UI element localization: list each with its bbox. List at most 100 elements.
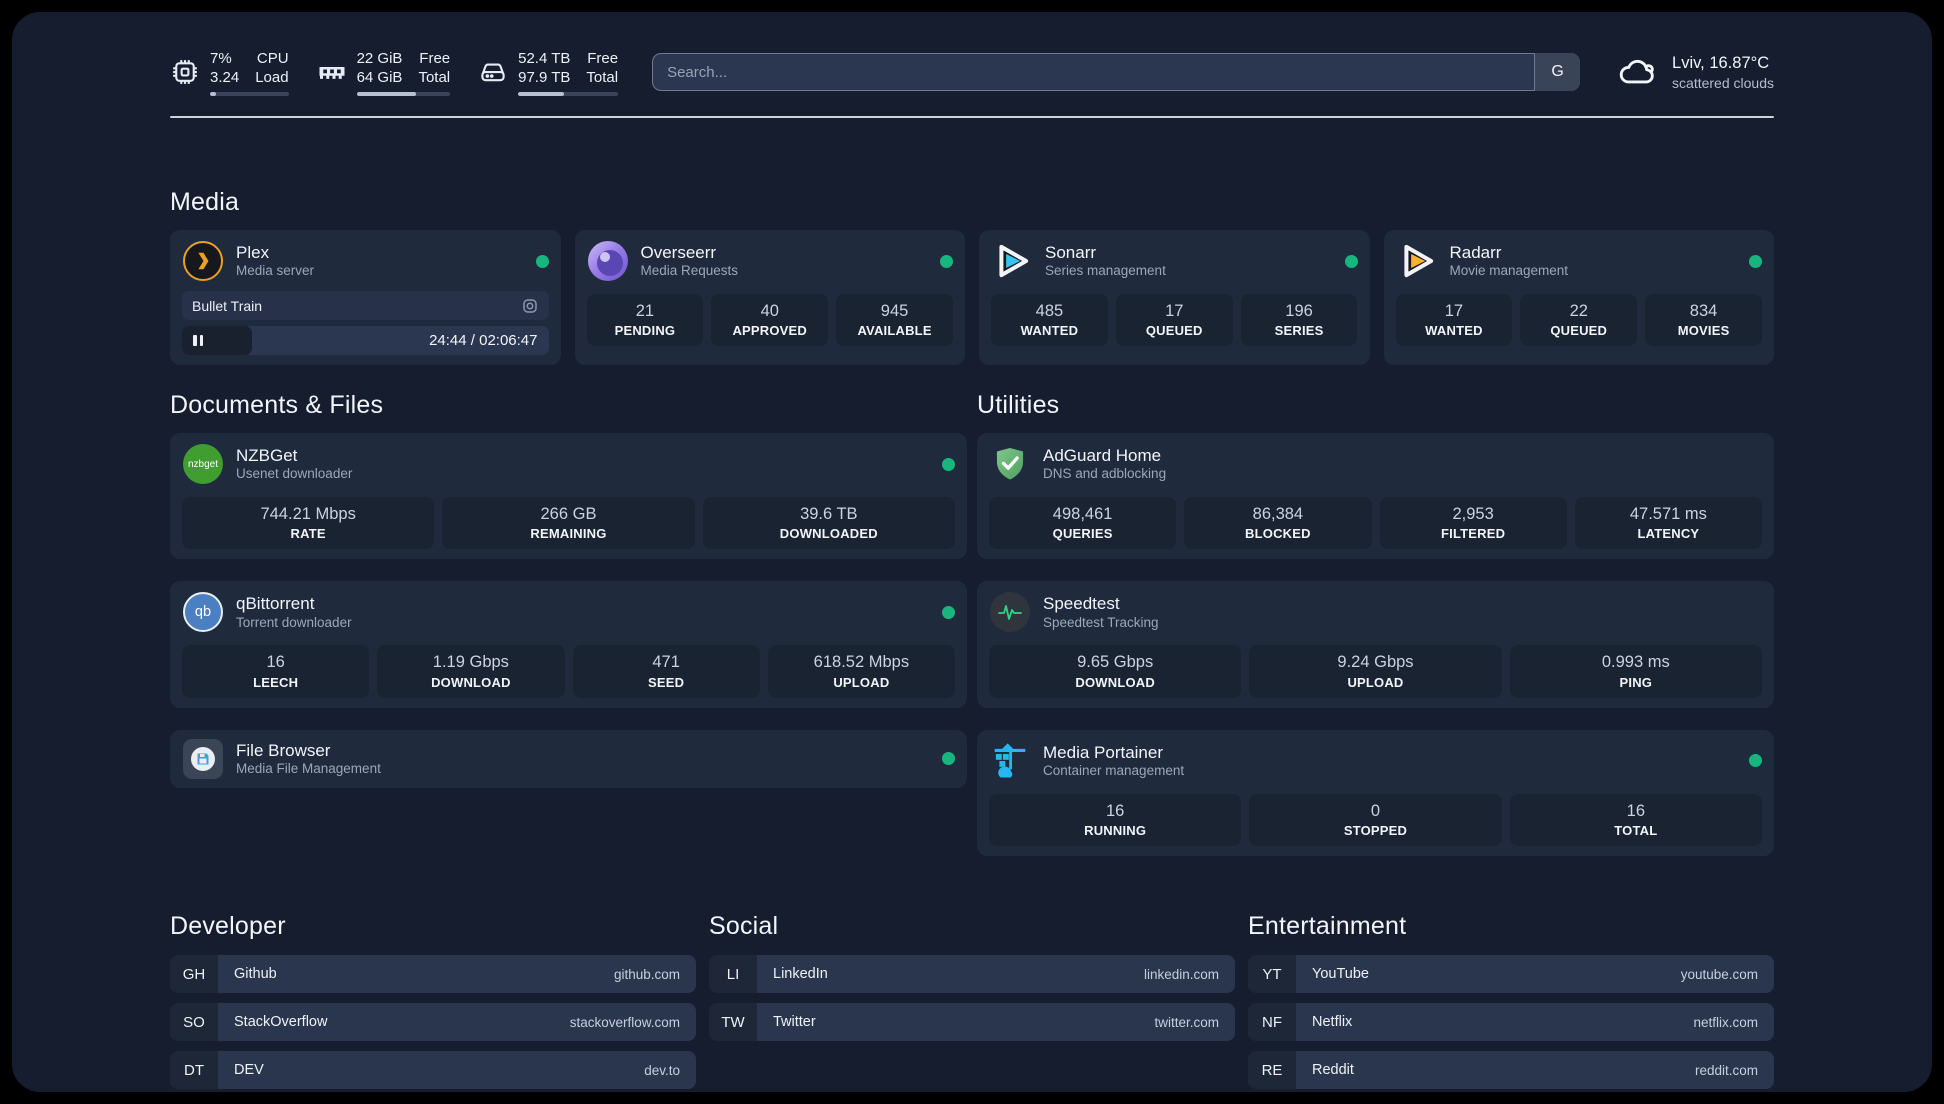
sonarr-title: Sonarr (1045, 242, 1097, 262)
reddit-icon: RE (1248, 1051, 1296, 1090)
sonarr-icon (991, 240, 1033, 282)
weather-widget[interactable]: Lviv, 16.87°C scattered clouds (1616, 53, 1774, 91)
youtube-icon: YT (1248, 955, 1296, 994)
bookmark-reddit[interactable]: RE Reddit reddit.com (1248, 1051, 1774, 1090)
speedtest-icon (990, 592, 1030, 633)
nzbget-status-dot (942, 457, 955, 471)
stat-box: 16 LEECH (182, 645, 370, 698)
dashboard-panel: 7% 3.24 CPU Load 22 GiB 64 GiB Free Tota… (12, 12, 1932, 1092)
stat-box: 16 RUNNING (989, 793, 1242, 847)
plex-now-playing[interactable]: Bullet Train (182, 291, 549, 320)
stat-box: 485 WANTED (991, 294, 1108, 347)
memory-progress-bar (356, 91, 451, 96)
qbittorrent-card[interactable]: qb qBittorrent Torrent downloader 16 LEEC… (170, 581, 967, 708)
radarr-title: Radarr (1449, 242, 1502, 262)
pause-icon[interactable] (193, 335, 203, 346)
search-engine-label: G (1551, 63, 1564, 80)
sonarr-card[interactable]: Sonarr Series management 485 WANTED 17 QUE… (979, 230, 1370, 365)
filebrowser-status-dot (942, 752, 955, 766)
stat-box: 39.6 TB DOWNLOADED (702, 497, 955, 550)
qbittorrent-subtitle: Torrent downloader (236, 614, 352, 630)
bookmark-linkedin[interactable]: LI LinkedIn linkedin.com (709, 955, 1235, 994)
github-icon: GH (170, 955, 218, 994)
disk-label-bottom: Total (586, 69, 619, 86)
qbittorrent-status-dot (942, 605, 955, 619)
media-grid: Plex Media server Bullet Train 24:44 / 0… (170, 230, 1774, 365)
now-playing-session-icon[interactable] (521, 297, 539, 315)
nzbget-card[interactable]: nzbget NZBGet Usenet downloader 744.21 M… (170, 433, 967, 560)
stat-box: 9.65 Gbps DOWNLOAD (989, 645, 1242, 698)
plex-card[interactable]: Plex Media server Bullet Train 24:44 / 0… (170, 230, 561, 365)
stat-box: 834 MOVIES (1645, 294, 1762, 347)
portainer-status-dot (1749, 754, 1762, 768)
system-stats: 7% 3.24 CPU Load 22 GiB 64 GiB Free Tota… (170, 49, 619, 96)
qbittorrent-title: qBittorrent (236, 594, 315, 614)
portainer-title: Media Portainer (1043, 742, 1164, 762)
stackoverflow-icon: SO (170, 1003, 218, 1042)
adguard-card[interactable]: AdGuard Home DNS and adblocking 498,461 Q… (977, 433, 1774, 560)
plex-icon (183, 241, 223, 281)
disk-free: 52.4 TB (518, 49, 571, 67)
cpu-load: 3.24 (210, 69, 240, 86)
speedtest-title: Speedtest (1043, 594, 1120, 614)
stat-box: 17 WANTED (1395, 294, 1513, 347)
memory-stat: 22 GiB 64 GiB Free Total (317, 49, 451, 96)
search-bar: G (652, 53, 1581, 91)
radarr-subtitle: Movie management (1449, 263, 1569, 279)
stat-box: 47.571 ms LATENCY (1574, 497, 1762, 550)
entertainment-column: Entertainment YT YouTube youtube.com NF N… (1248, 912, 1774, 1099)
stat-box: 86,384 BLOCKED (1184, 497, 1372, 550)
speedtest-subtitle: Speedtest Tracking (1043, 614, 1159, 630)
radarr-status-dot (1749, 254, 1762, 268)
memory-free: 22 GiB (356, 49, 403, 67)
stat-box: 1.19 Gbps DOWNLOAD (377, 645, 565, 698)
bookmark-dev[interactable]: DT DEV dev.to (170, 1051, 696, 1090)
stat-box: 16 TOTAL (1509, 793, 1762, 847)
memory-icon (319, 67, 345, 79)
qbittorrent-icon: qb (183, 592, 223, 633)
overseerr-card[interactable]: Overseerr Media Requests 21 PENDING 40 APP… (574, 230, 965, 365)
portainer-card[interactable]: Media Portainer Container management 16 R… (977, 729, 1774, 857)
developer-section-heading: Developer (170, 912, 286, 941)
linkedin-icon: LI (709, 955, 757, 994)
bookmark-youtube[interactable]: YT YouTube youtube.com (1248, 955, 1774, 994)
plex-progress-row: 24:44 / 02:06:47 (182, 326, 549, 355)
cpu-stat: 7% 3.24 CPU Load (170, 49, 289, 96)
stat-box: 196 SERIES (1240, 294, 1358, 347)
bookmark-github[interactable]: GH Github github.com (170, 955, 696, 994)
bookmark-twitter[interactable]: TW Twitter twitter.com (709, 1003, 1235, 1042)
header-divider (170, 116, 1774, 118)
entertainment-section-heading: Entertainment (1248, 912, 1407, 941)
stat-box: 0.993 ms PING (1509, 645, 1762, 698)
search-engine-button[interactable]: G (1534, 53, 1581, 91)
dev-icon: DT (170, 1051, 218, 1090)
social-section-heading: Social (709, 912, 779, 941)
sonarr-subtitle: Series management (1045, 263, 1166, 279)
overseerr-subtitle: Media Requests (640, 263, 739, 279)
weather-condition: scattered clouds (1672, 74, 1774, 91)
cpu-label-bottom: Load (255, 69, 289, 86)
search-input[interactable] (652, 53, 1581, 91)
netflix-icon: NF (1248, 1003, 1296, 1042)
portainer-subtitle: Container management (1043, 763, 1185, 779)
bookmark-netflix[interactable]: NF Netflix netflix.com (1248, 1003, 1774, 1042)
nzbget-icon: nzbget (183, 444, 223, 484)
stat-box: 22 QUEUED (1520, 294, 1638, 347)
speedtest-card[interactable]: Speedtest Speedtest Tracking 9.65 Gbps DO… (977, 581, 1774, 708)
nzbget-subtitle: Usenet downloader (236, 466, 353, 482)
utilities-section-heading: Utilities (977, 391, 1060, 419)
filebrowser-card[interactable]: File Browser Media File Management (170, 729, 967, 788)
stat-box: 498,461 QUERIES (989, 497, 1177, 550)
radarr-card[interactable]: Radarr Movie management 17 WANTED 22 QUEUE… (1383, 230, 1774, 365)
disk-progress-bar (518, 91, 619, 96)
developer-column: Developer GH Github github.com SO StackOv… (170, 912, 696, 1099)
overseerr-title: Overseerr (640, 242, 717, 262)
bookmark-stackoverflow[interactable]: SO StackOverflow stackoverflow.com (170, 1003, 696, 1042)
stat-box: 744.21 Mbps RATE (182, 497, 435, 550)
adguard-icon (989, 443, 1031, 485)
stat-box: 2,953 FILTERED (1379, 497, 1567, 550)
disk-stat: 52.4 TB 97.9 TB Free Total (478, 49, 619, 96)
adguard-title: AdGuard Home (1043, 445, 1162, 465)
stat-box: 945 AVAILABLE (836, 294, 953, 347)
utilities-column: Utilities AdGuard Home DNS and adblockin… (977, 391, 1774, 857)
